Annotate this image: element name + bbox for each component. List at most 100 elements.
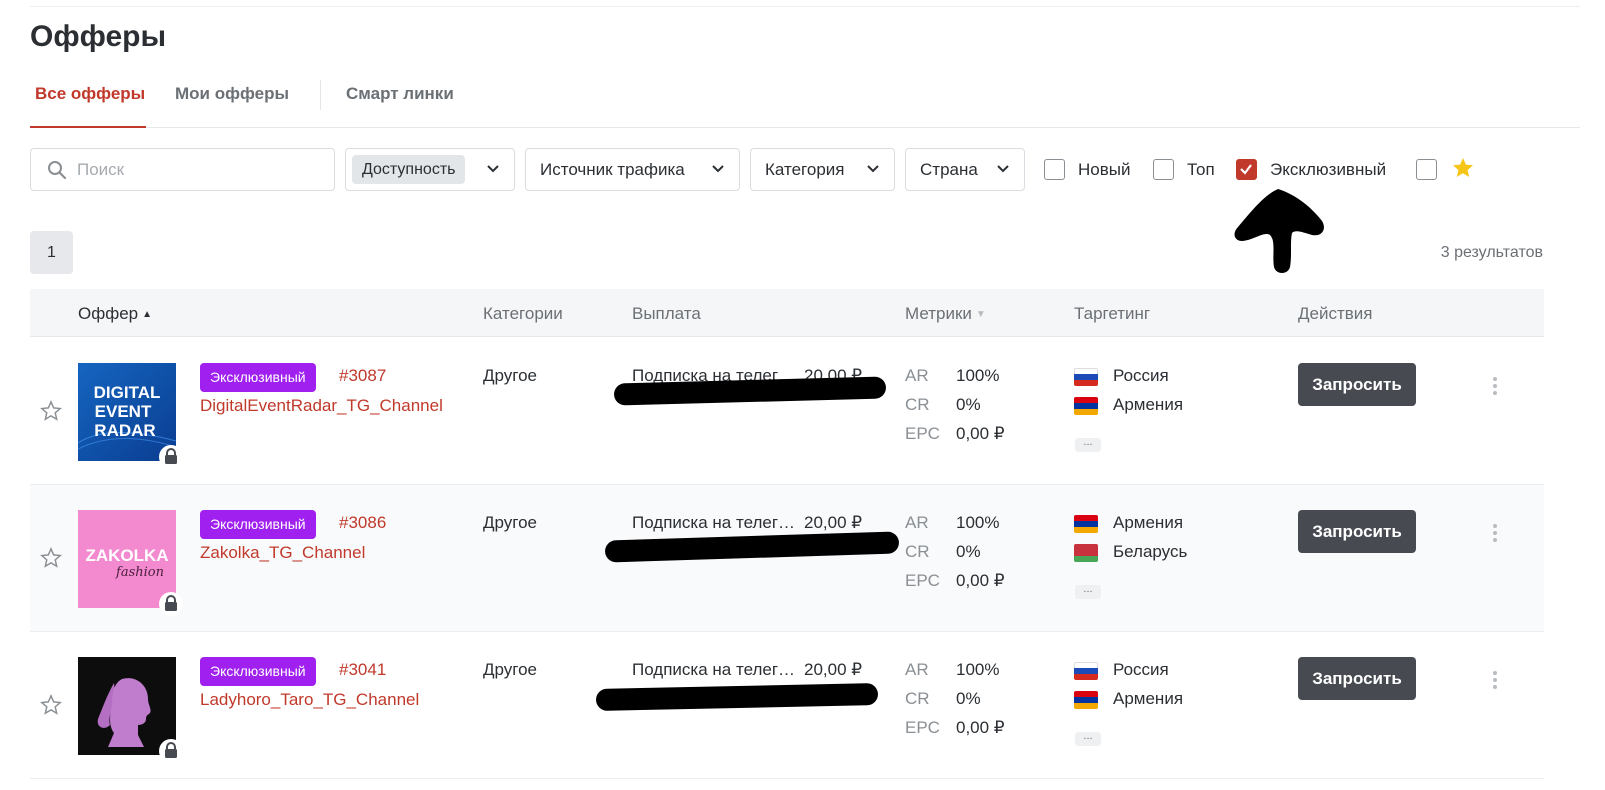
tab-all-offers[interactable]: Все офферы [35, 84, 145, 104]
offer-id: #3041 [339, 660, 387, 679]
more-targeting-button[interactable]: ... [1075, 584, 1101, 599]
redaction-mark [604, 531, 900, 563]
flag-belarus-icon [1074, 544, 1098, 562]
metric-label-cr: CR [905, 689, 930, 708]
filter-top[interactable]: Топ [1153, 159, 1223, 181]
flag-russia-icon [1074, 662, 1098, 680]
availability-chip: Доступность [352, 155, 466, 184]
top-checkbox[interactable] [1153, 159, 1174, 180]
filter-favorite[interactable] [1416, 159, 1440, 181]
search-input[interactable] [77, 157, 317, 183]
star-outline-icon[interactable] [40, 694, 62, 716]
pagination-page-1[interactable]: 1 [30, 231, 73, 274]
offer-logo-digital-event-radar: DIGITAL EVENT RADAR [78, 363, 176, 461]
star-outline-icon[interactable] [40, 547, 62, 569]
metric-label-epc: EPC [905, 424, 940, 443]
filter-new[interactable]: Новый [1044, 159, 1144, 181]
offer-name-link[interactable]: DigitalEventRadar_TG_Channel [200, 396, 443, 416]
column-categories: Категории [483, 304, 563, 323]
redaction-mark [595, 683, 879, 711]
favorite-checkbox[interactable] [1416, 159, 1437, 180]
flag-armenia-icon [1074, 691, 1098, 709]
lock-icon [159, 739, 183, 763]
exclusive-badge: Эксклюзивный [200, 510, 316, 539]
tab-divider [320, 80, 321, 110]
lock-icon [159, 445, 183, 469]
traffic-source-dropdown[interactable]: Источник трафика [525, 148, 740, 191]
star-outline-icon[interactable] [40, 400, 62, 422]
filter-exclusive[interactable]: Эксклюзивный [1236, 159, 1401, 181]
offer-name-link[interactable]: Ladyhoro_Taro_TG_Channel [200, 690, 419, 710]
target-country: Армения [1113, 689, 1184, 708]
offer-id: #3086 [339, 513, 387, 532]
metric-label-epc: EPC [905, 718, 940, 737]
logo-text-line-2: fashion [115, 565, 164, 580]
category-dropdown[interactable]: Категория [750, 148, 895, 191]
page-title: Офферы [30, 20, 167, 53]
chevron-down-icon [712, 165, 724, 173]
exclusive-checkbox[interactable] [1236, 159, 1257, 180]
column-actions: Действия [1298, 304, 1373, 323]
logo-text-line-1: DIGITAL [94, 383, 161, 402]
more-targeting-button[interactable]: ... [1075, 437, 1101, 452]
target-country: Россия [1113, 660, 1169, 679]
tab-smart-links[interactable]: Смарт линки [346, 84, 454, 104]
target-country: Армения [1113, 513, 1184, 532]
offer-name-link[interactable]: Zakolka_TG_Channel [200, 543, 365, 563]
metric-value-ar: 100% [956, 366, 1000, 385]
metric-value-cr: 0% [956, 395, 981, 414]
target-country: Беларусь [1113, 542, 1188, 561]
metric-value-epc: 0,00 ₽ [956, 424, 1005, 443]
search-box [30, 148, 335, 191]
new-label: Новый [1078, 160, 1131, 179]
star-icon [1453, 158, 1473, 177]
metric-value-ar: 100% [956, 513, 1000, 532]
more-targeting-button[interactable]: ... [1075, 731, 1101, 746]
top-divider [30, 6, 1580, 7]
request-button[interactable]: Запросить [1298, 363, 1416, 406]
request-button[interactable]: Запросить [1298, 510, 1416, 553]
column-targeting: Таргетинг [1074, 304, 1151, 323]
request-button[interactable]: Запросить [1298, 657, 1416, 700]
metric-label-ar: AR [905, 513, 929, 532]
sort-asc-icon: ▲ [142, 309, 153, 320]
payout-name: Подписка на телеграм канал [632, 513, 802, 532]
target-country: Армения [1113, 395, 1184, 414]
column-offer[interactable]: Оффер ▲ [78, 304, 152, 324]
check-icon [1240, 164, 1252, 175]
metric-value-cr: 0% [956, 542, 981, 561]
top-label: Топ [1187, 160, 1215, 179]
metric-label-ar: AR [905, 660, 929, 679]
table-header: Оффер ▲ Категории Выплата Метрики ▼ Таргет… [30, 289, 1544, 337]
availability-dropdown[interactable]: Доступность [345, 148, 515, 191]
target-country: Россия [1113, 366, 1169, 385]
exclusive-label: Эксклюзивный [1270, 160, 1387, 179]
tab-bar: Все офферы Мои офферы Смарт линки [30, 78, 1580, 128]
more-vertical-icon[interactable] [1492, 376, 1498, 396]
payout-name: Подписка на телеграм канал [632, 660, 802, 679]
logo-text-line-3: RADAR [94, 421, 155, 440]
country-dropdown[interactable]: Страна [905, 148, 1025, 191]
category-label: Категория [765, 160, 845, 179]
offer-logo-ladyhoro [78, 657, 176, 755]
results-count: 3 результатов [1440, 244, 1543, 261]
more-vertical-icon[interactable] [1492, 670, 1498, 690]
country-label: Страна [920, 160, 978, 179]
metric-label-cr: CR [905, 542, 930, 561]
offer-category: Другое [483, 660, 538, 679]
offer-category: Другое [483, 513, 538, 532]
active-tab-indicator [30, 126, 146, 128]
column-payout: Выплата [632, 304, 701, 323]
offer-category: Другое [483, 366, 538, 385]
flag-armenia-icon [1074, 515, 1098, 533]
tab-my-offers[interactable]: Мои офферы [175, 84, 289, 104]
table-row: Эксклюзивный #3041 Ladyhoro_Taro_TG_Chan… [30, 632, 1544, 779]
payout-amount: 20,00 ₽ [804, 513, 863, 532]
column-metrics[interactable]: Метрики ▼ [905, 304, 986, 324]
new-checkbox[interactable] [1044, 159, 1065, 180]
metric-value-epc: 0,00 ₽ [956, 571, 1005, 590]
more-vertical-icon[interactable] [1492, 523, 1498, 543]
metric-label-ar: AR [905, 366, 929, 385]
offer-logo-zakolka: ZAKOLKA fashion [78, 510, 176, 608]
offer-id: #3087 [339, 366, 387, 385]
